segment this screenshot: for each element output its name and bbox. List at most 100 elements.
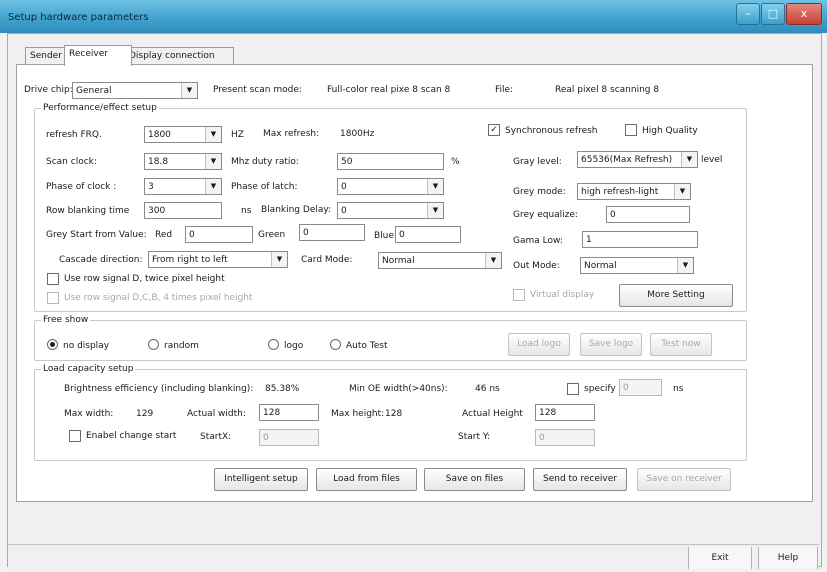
refresh-unit: HZ xyxy=(231,130,244,140)
grey-mode-label: Grey mode: xyxy=(513,187,566,197)
blue-input[interactable]: 0 xyxy=(395,226,461,243)
gray-level-select[interactable]: 65536(Max Refresh) ▼ xyxy=(577,151,698,168)
actual-height-label: Actual Height xyxy=(462,409,523,419)
gray-level-label: Gray level: xyxy=(513,157,562,167)
close-button[interactable]: x xyxy=(786,3,822,25)
save-on-receiver-button[interactable]: Save on receiver xyxy=(637,468,731,491)
logo-radio[interactable] xyxy=(268,339,279,350)
minimize-button[interactable]: – xyxy=(736,3,760,25)
no-display-label: no display xyxy=(63,341,110,351)
chevron-down-icon: ▼ xyxy=(181,83,197,98)
load-logo-button[interactable]: Load logo xyxy=(508,333,570,356)
row-blank-input[interactable]: 300 xyxy=(144,202,222,219)
gama-low-label: Gama Low: xyxy=(513,236,563,246)
auto-test-radio[interactable] xyxy=(330,339,341,350)
chevron-down-icon: ▼ xyxy=(681,152,697,167)
startx-input[interactable]: 0 xyxy=(259,429,319,446)
drive-chip-select[interactable]: General ▼ xyxy=(72,82,198,99)
sync-refresh-checkbox[interactable]: ✓ xyxy=(488,124,500,136)
random-radio[interactable] xyxy=(148,339,159,350)
enable-change-start-label: Enabel change start xyxy=(86,431,177,441)
auto-test-label: Auto Test xyxy=(346,341,388,351)
max-width-label: Max width: xyxy=(64,409,114,419)
chevron-down-icon: ▼ xyxy=(485,253,501,268)
load-from-files-button[interactable]: Load from files xyxy=(316,468,417,491)
test-now-button[interactable]: Test now xyxy=(650,333,712,356)
row-blank-unit: ns xyxy=(241,206,252,216)
drive-chip-label: Drive chip: xyxy=(24,85,73,95)
help-button[interactable]: Help xyxy=(758,547,818,569)
present-scan-value: Full-color real pixe 8 scan 8 xyxy=(327,85,451,95)
maximize-button[interactable]: □ xyxy=(761,3,785,25)
row-blank-label: Row blanking time xyxy=(46,206,130,216)
phase-clock-select[interactable]: 3 ▼ xyxy=(144,178,222,195)
duty-ratio-input[interactable]: 50 xyxy=(337,153,444,170)
grey-mode-value: high refresh-light xyxy=(581,187,659,197)
max-height-value: 128 xyxy=(385,409,403,419)
actual-height-input[interactable]: 128 xyxy=(535,404,595,421)
blank-delay-select[interactable]: 0 ▼ xyxy=(337,202,444,219)
cascade-label: Cascade direction: xyxy=(59,255,143,265)
max-height-label: Max height: xyxy=(331,409,385,419)
virtual-display-checkbox[interactable] xyxy=(513,289,525,301)
specify-checkbox[interactable] xyxy=(567,383,579,395)
scan-clock-unit: Mhz xyxy=(231,157,250,167)
use-row-dcb-checkbox[interactable] xyxy=(47,292,59,304)
file-value: Real pixel 8 scanning 8 xyxy=(555,85,660,95)
exit-button[interactable]: Exit xyxy=(688,547,752,569)
use-row-d-checkbox[interactable] xyxy=(47,273,59,285)
phase-latch-value: 0 xyxy=(341,182,347,192)
scan-clock-select[interactable]: 18.8 ▼ xyxy=(144,153,222,170)
logo-label: logo xyxy=(284,341,304,351)
max-refresh-label: Max refresh: xyxy=(263,129,320,139)
phase-clock-label: Phase of clock : xyxy=(46,182,117,192)
grey-mode-select[interactable]: high refresh-light ▼ xyxy=(577,183,691,200)
starty-input[interactable]: 0 xyxy=(535,429,595,446)
blank-delay-label: Blanking Delay: xyxy=(261,205,332,215)
brightness-value: 85.38% xyxy=(265,384,300,394)
enable-change-start-checkbox[interactable] xyxy=(69,430,81,442)
save-on-files-button[interactable]: Save on files xyxy=(424,468,525,491)
app-window: Setup hardware parameters – □ x Sender R… xyxy=(0,0,827,572)
grey-equalize-label: Grey equalize: xyxy=(513,210,578,220)
more-setting-button[interactable]: More Setting xyxy=(619,284,733,307)
actual-width-input[interactable]: 128 xyxy=(259,404,319,421)
blank-delay-value: 0 xyxy=(341,206,347,216)
present-scan-label: Present scan mode: xyxy=(213,85,302,95)
no-display-radio[interactable] xyxy=(47,339,58,350)
save-logo-button[interactable]: Save logo xyxy=(580,333,642,356)
load-capacity-title: Load capacity setup xyxy=(41,364,136,374)
card-mode-select[interactable]: Normal ▼ xyxy=(378,252,502,269)
drive-chip-value: General xyxy=(76,86,112,96)
title-bar: Setup hardware parameters – □ x xyxy=(0,0,827,33)
out-mode-select[interactable]: Normal ▼ xyxy=(580,257,694,274)
gama-low-input[interactable]: 1 xyxy=(582,231,698,248)
phase-latch-label: Phase of latch: xyxy=(231,182,298,192)
intelligent-setup-button[interactable]: Intelligent setup xyxy=(214,468,308,491)
high-quality-checkbox[interactable] xyxy=(625,124,637,136)
performance-group-title: Performance/effect setup xyxy=(41,103,159,113)
min-oe-value: 46 ns xyxy=(475,384,500,394)
phase-latch-select[interactable]: 0 ▼ xyxy=(337,178,444,195)
send-to-receiver-button[interactable]: Send to receiver xyxy=(533,468,627,491)
green-input[interactable]: 0 xyxy=(299,224,365,241)
window-title: Setup hardware parameters xyxy=(8,12,149,23)
refresh-value: 1800 xyxy=(148,130,171,140)
tab-display-connection[interactable]: Display connection xyxy=(124,47,234,65)
duty-ratio-unit: % xyxy=(451,157,460,167)
red-input[interactable]: 0 xyxy=(185,226,253,243)
card-mode-value: Normal xyxy=(382,256,415,266)
gray-level-value: 65536(Max Refresh) xyxy=(581,155,673,165)
cascade-select[interactable]: From right to left ▼ xyxy=(148,251,288,268)
tab-receiver[interactable]: Receiver xyxy=(64,45,132,66)
brightness-label: Brightness efficiency (including blankin… xyxy=(64,384,254,394)
min-oe-label: Min OE width(>40ns): xyxy=(349,384,448,394)
blue-label: Blue xyxy=(374,231,394,241)
gray-level-unit: level xyxy=(701,155,723,165)
grey-equalize-input[interactable]: 0 xyxy=(606,206,690,223)
specify-input[interactable]: 0 xyxy=(619,379,662,396)
use-row-dcb-label: Use row signal D,C,B, 4 times pixel heig… xyxy=(64,293,253,303)
chevron-down-icon: ▼ xyxy=(427,179,443,194)
refresh-select[interactable]: 1800 ▼ xyxy=(144,126,222,143)
green-label: Green xyxy=(258,230,286,240)
